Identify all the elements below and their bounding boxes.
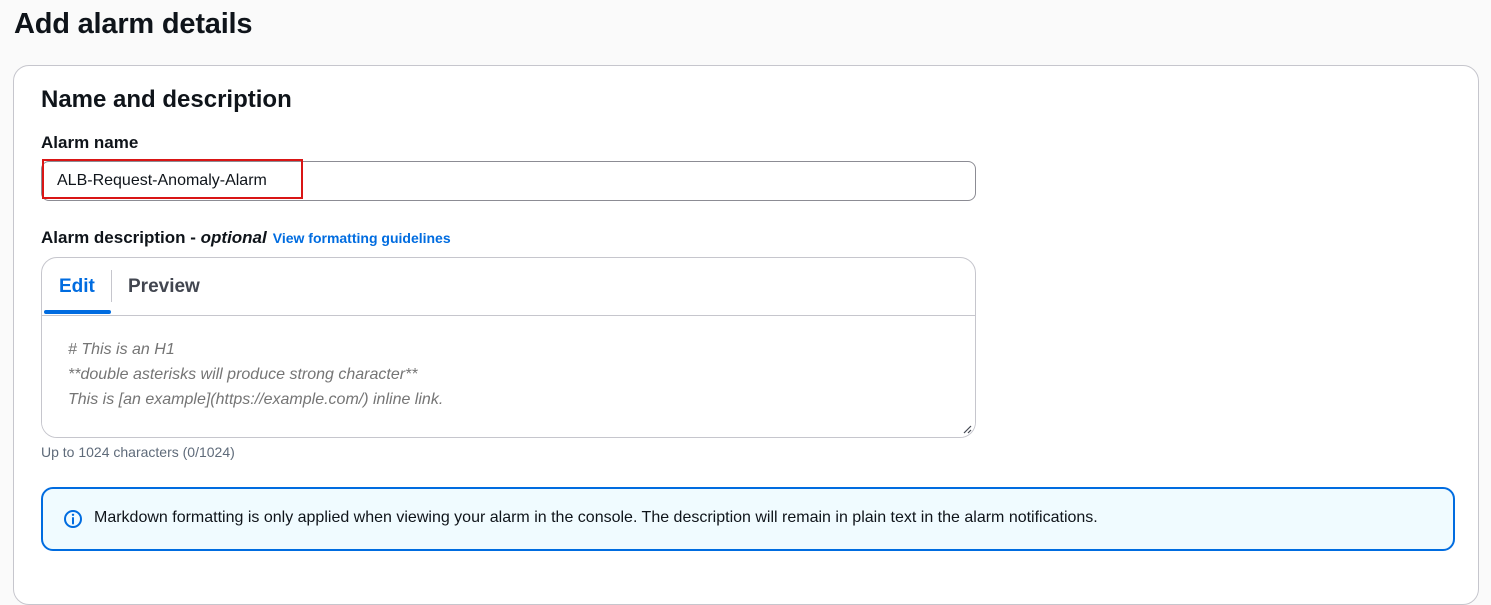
alarm-name-input[interactable] — [41, 161, 976, 201]
name-and-description-panel: Name and description Alarm name Alarm de… — [13, 65, 1479, 605]
markdown-editor: Edit Preview — [41, 257, 976, 438]
character-count: Up to 1024 characters (0/1024) — [41, 444, 235, 460]
info-icon — [64, 510, 82, 528]
tab-preview[interactable]: Preview — [128, 276, 200, 298]
optional-marker: optional — [200, 228, 267, 247]
resize-handle-icon[interactable] — [962, 424, 972, 434]
active-tab-indicator — [44, 310, 111, 314]
alarm-description-textarea[interactable] — [42, 316, 975, 437]
alarm-description-label-text: Alarm description - — [41, 228, 201, 247]
alarm-description-label: Alarm description - optional View formatt… — [41, 228, 451, 248]
editor-tab-bar: Edit Preview — [42, 258, 975, 316]
tab-divider — [111, 270, 112, 302]
view-formatting-guidelines-link[interactable]: View formatting guidelines — [273, 230, 451, 246]
alarm-name-label: Alarm name — [41, 133, 139, 152]
tab-edit[interactable]: Edit — [59, 276, 95, 298]
page-title: Add alarm details — [14, 8, 253, 40]
info-alert: Markdown formatting is only applied when… — [41, 487, 1455, 551]
section-title: Name and description — [41, 86, 292, 113]
info-alert-text: Markdown formatting is only applied when… — [94, 509, 1098, 526]
